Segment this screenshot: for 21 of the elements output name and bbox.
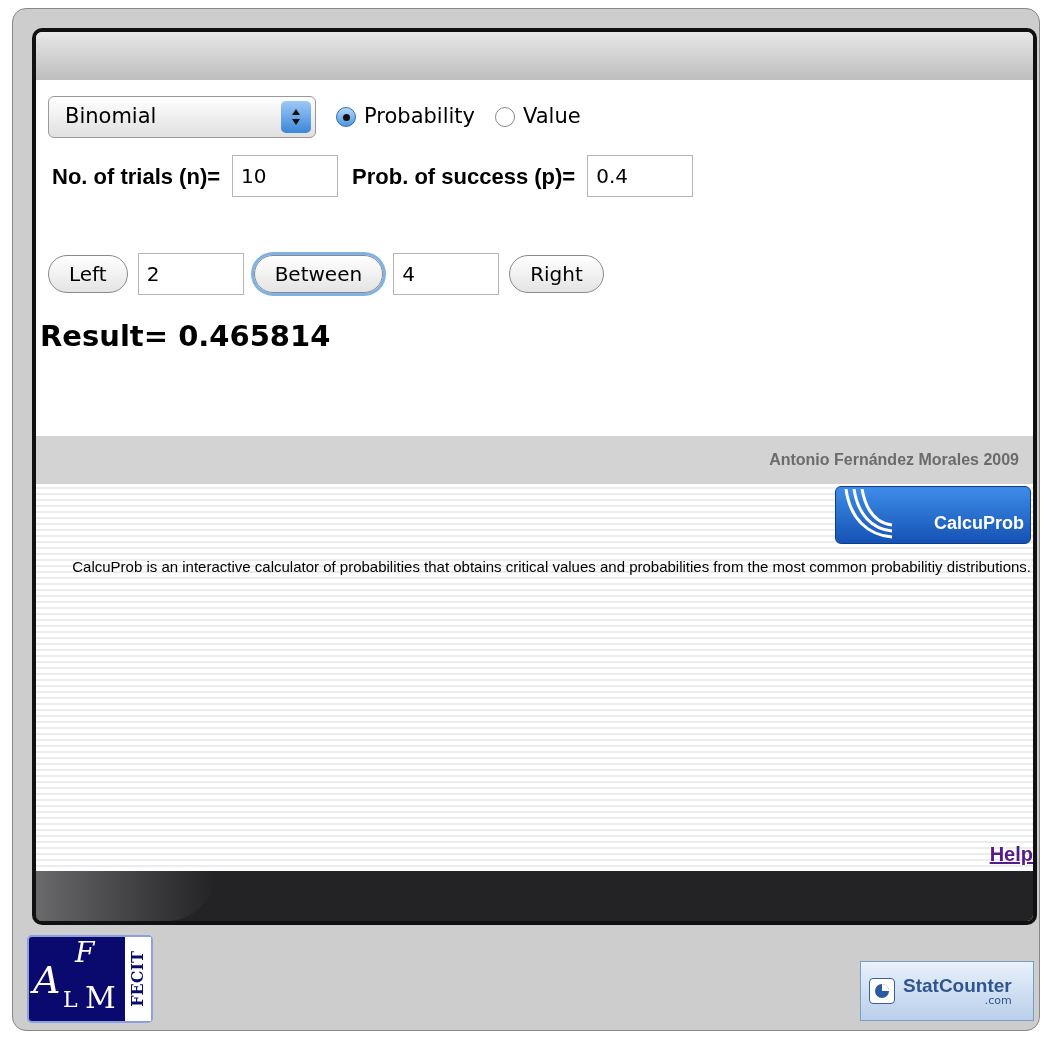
parameter-label: No. of trials (n)= (52, 162, 221, 191)
number-field[interactable]: 10 (232, 155, 339, 197)
swoosh-icon (842, 489, 894, 541)
help-link[interactable]: Help (989, 839, 1033, 869)
calc-button[interactable]: Right (509, 255, 604, 293)
calcuprob-logo: CalcuProb (835, 486, 1031, 544)
description-text: CalcuProb is an interactive calculator of probabilities that obtains critical values and probabilities from the most common probabilitiy distributions. (71, 557, 1032, 577)
radio-option[interactable]: Value (495, 101, 581, 133)
stepper-icon (281, 101, 311, 133)
radio-option[interactable]: Probability (336, 101, 475, 133)
chart-icon (869, 978, 895, 1004)
parameter-label: Prob. of success (p)= (352, 162, 576, 191)
statcounter-badge[interactable]: StatCounter .com (860, 961, 1034, 1021)
number-field[interactable]: 0.4 (587, 155, 694, 197)
calc-button[interactable]: Left (48, 255, 128, 293)
number-field[interactable]: 2 (137, 253, 244, 295)
calc-button[interactable]: Between (253, 255, 384, 293)
number-field[interactable]: 4 (393, 253, 500, 295)
result-text: Result= 0.465814 (40, 318, 332, 355)
credit-text: Antonio Fernández Morales 2009 (769, 450, 1019, 470)
distribution-select[interactable]: Binomial (48, 96, 316, 138)
